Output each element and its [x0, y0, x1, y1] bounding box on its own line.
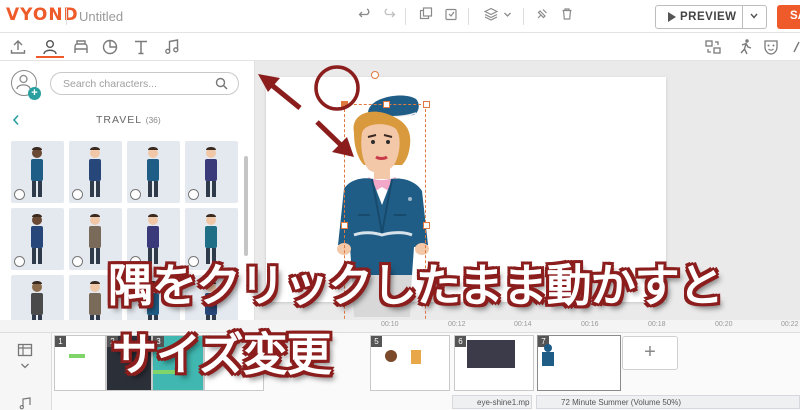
highlight-circle — [314, 65, 360, 111]
caption-line-1: 隅をクリックしたまま動かすと — [108, 259, 724, 312]
vyond-editor: VYOND Untitled PREVIEW S + Search charac… — [0, 0, 800, 410]
caption-line-2: サイズ変更 — [112, 328, 332, 381]
